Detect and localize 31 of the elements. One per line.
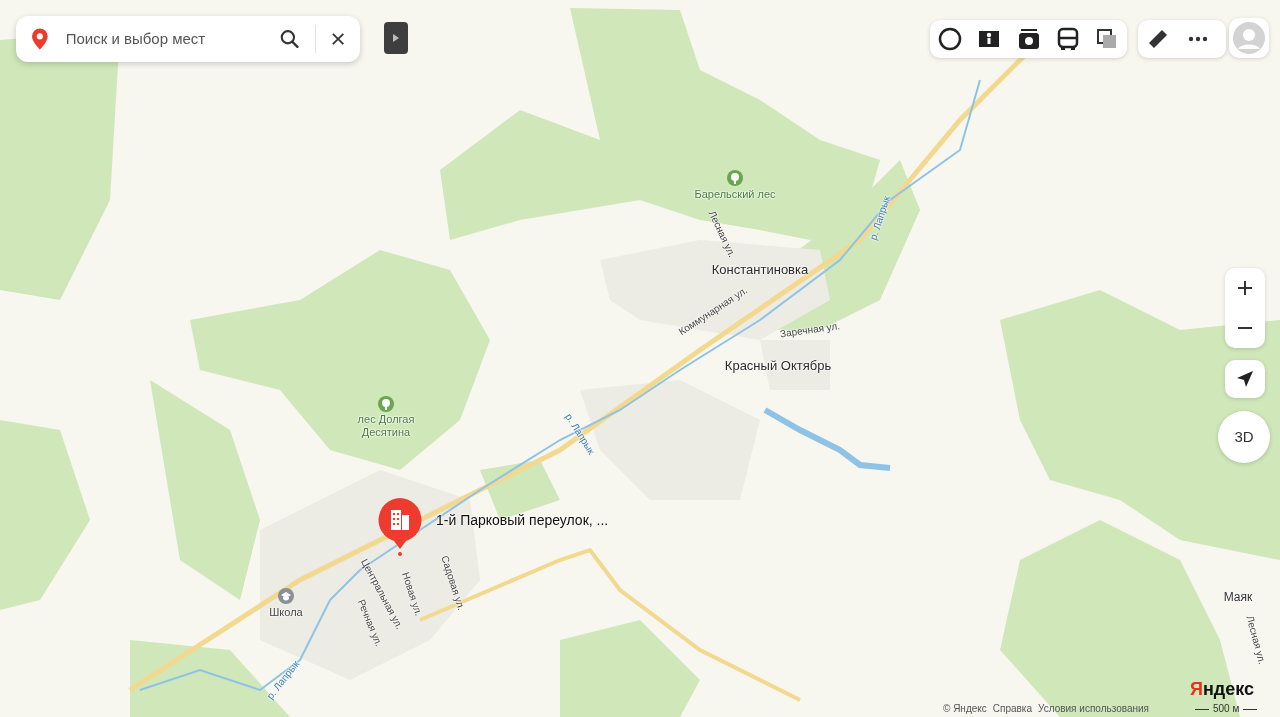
close-icon[interactable]	[331, 32, 344, 46]
tree-icon	[378, 396, 394, 412]
tree-icon	[727, 170, 743, 186]
scale-label: 500 м	[1213, 703, 1240, 715]
school-label: Школа	[269, 605, 303, 619]
search-icon[interactable]	[279, 28, 299, 50]
river-label: р. Лапрык	[867, 194, 893, 242]
footer-link[interactable]: © Яндекс	[943, 703, 987, 714]
street-label: Садовая ул.	[438, 554, 468, 612]
map-pin-icon[interactable]	[377, 497, 423, 557]
search-bar[interactable]: Поиск и выбор мест	[16, 16, 360, 62]
footer-link[interactable]: Справка	[992, 703, 1032, 714]
settlement-label: Маяк	[1223, 591, 1253, 605]
arrow-icon	[1236, 370, 1254, 388]
forest-label: Барельский лес	[694, 187, 776, 201]
forest-label: лес Долгая Десятина	[356, 413, 416, 439]
settlement-label: Красный Октябрь	[724, 358, 832, 374]
footer-link[interactable]: Условия использования	[1038, 703, 1149, 714]
street-label: Лесная ул.	[1244, 614, 1268, 666]
play-icon	[393, 34, 399, 42]
locate-button[interactable]	[1225, 360, 1265, 398]
street-label: Заречная ул.	[779, 320, 841, 340]
place-label[interactable]: 1-й Парковый переулок, ...	[436, 510, 609, 531]
location-pin-icon	[32, 27, 48, 51]
expand-button[interactable]	[384, 22, 408, 54]
plus-icon	[1237, 280, 1253, 296]
street-label: Новая ул.	[400, 570, 425, 618]
search-field[interactable]: Поиск и выбор мест	[63, 26, 264, 52]
minus-icon	[1237, 326, 1253, 330]
settlement-label: Константиновка	[711, 262, 809, 278]
yandex-logo: Яндекс	[1190, 678, 1255, 701]
